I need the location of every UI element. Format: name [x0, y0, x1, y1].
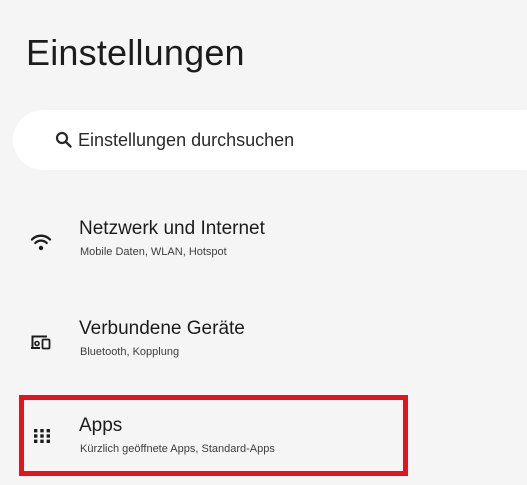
highlight-box: [19, 395, 408, 476]
settings-item-title: Netzwerk und Internet: [79, 218, 265, 239]
settings-item-subtitle: Mobile Daten, WLAN, Hotspot: [80, 246, 227, 258]
search-icon: [55, 131, 73, 149]
search-bar[interactable]: Einstellungen durchsuchen: [13, 110, 527, 170]
connected-devices-icon: [30, 331, 52, 353]
settings-item-title: Verbundene Geräte: [79, 318, 245, 339]
wifi-icon: [30, 231, 52, 253]
page-title: Einstellungen: [26, 32, 245, 73]
settings-item-connected-devices[interactable]: Verbundene Geräte Bluetooth, Kopplung: [0, 310, 527, 372]
settings-item-subtitle: Bluetooth, Kopplung: [80, 346, 180, 358]
settings-item-network[interactable]: Netzwerk und Internet Mobile Daten, WLAN…: [0, 210, 527, 272]
search-placeholder: Einstellungen durchsuchen: [78, 130, 295, 150]
